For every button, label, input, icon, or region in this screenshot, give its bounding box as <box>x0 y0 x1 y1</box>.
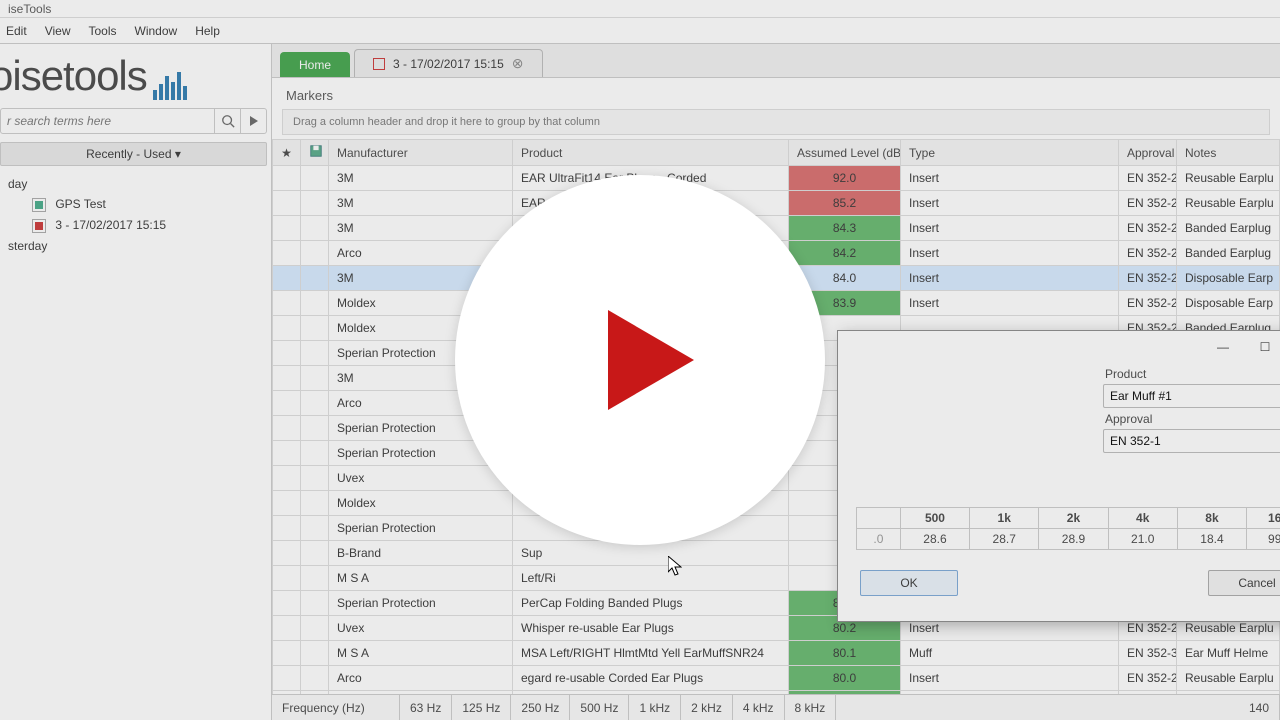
table-row[interactable]: 3MEAR Ultrafit20 Ear Plugs - Corded85.2I… <box>273 191 1280 216</box>
dialog-product-label: Product <box>1103 367 1280 381</box>
table-row[interactable]: 3MEAR UltraFit14 Ear Plugs - Corded92.0I… <box>273 166 1280 191</box>
menubar: Edit View Tools Window Help <box>0 18 1280 44</box>
menu-window[interactable]: Window <box>135 24 178 38</box>
menu-view[interactable]: View <box>45 24 71 38</box>
col-type[interactable]: Type <box>901 140 1119 166</box>
logo-text: oisetools <box>0 52 147 100</box>
recent-dropdown[interactable]: Recently - Used ▾ <box>0 142 267 166</box>
search-input[interactable] <box>1 109 214 133</box>
dialog-freq-table: 5001k2k4k8k16k .028.628.728.921.018.4999 <box>856 507 1280 550</box>
freq-header: 2k <box>1039 508 1108 529</box>
ok-button[interactable]: OK <box>860 570 958 596</box>
tree-item-label: 3 - 17/02/2017 15:15 <box>55 218 166 232</box>
table-row[interactable]: M S AMSA Left/RIGHT HlmtMtd Yell EarMuff… <box>273 641 1280 666</box>
file-icon <box>32 198 46 212</box>
close-icon[interactable]: ⊗ <box>512 55 524 72</box>
tab-document[interactable]: 3 - 17/02/2017 15:15 ⊗ <box>354 49 543 77</box>
titlebar: iseTools <box>0 0 1280 18</box>
play-icon <box>608 310 694 410</box>
col-level[interactable]: Assumed Level (dB) <box>789 140 901 166</box>
tab-label: 3 - 17/02/2017 15:15 <box>393 57 504 71</box>
table-row[interactable]: Arcoegard re-usable Corded Ear Plugs80.0… <box>273 666 1280 691</box>
group-hint[interactable]: Drag a column header and drop it here to… <box>282 109 1270 135</box>
status-value: 140 <box>1200 695 1280 720</box>
status-band: 63 Hz <box>400 695 452 720</box>
tree-group-yesterday[interactable]: sterday <box>4 236 271 256</box>
freq-header: 16k <box>1247 508 1280 529</box>
status-bar: Frequency (Hz) 63 Hz125 Hz250 Hz500 Hz1 … <box>272 694 1280 720</box>
save-column-header[interactable] <box>301 140 329 166</box>
freq-header: 1k <box>970 508 1039 529</box>
tab-home[interactable]: Home <box>280 52 350 77</box>
status-band: 2 kHz <box>681 695 733 720</box>
status-freq-label: Frequency (Hz) <box>272 695 400 720</box>
freq-header: 500 <box>900 508 969 529</box>
tree: day GPS Test 3 - 17/02/2017 15:15 sterda… <box>0 170 271 260</box>
menu-edit[interactable]: Edit <box>6 24 27 38</box>
dialog-add-product: — ☐ ✕ x Product x Approval <box>837 330 1280 622</box>
freq-value[interactable]: 999 <box>1247 529 1280 550</box>
star-column-header[interactable]: ★ <box>273 140 301 166</box>
status-band: 125 Hz <box>452 695 511 720</box>
logo: oisetools <box>0 44 271 104</box>
col-manufacturer[interactable]: Manufacturer <box>329 140 513 166</box>
tabs-row: Home 3 - 17/02/2017 15:15 ⊗ <box>272 44 1280 78</box>
status-band: 250 Hz <box>511 695 570 720</box>
status-band: 500 Hz <box>570 695 629 720</box>
status-band: 8 kHz <box>785 695 837 720</box>
chevron-down-icon: ▾ <box>175 147 181 161</box>
status-band: 4 kHz <box>733 695 785 720</box>
cancel-button[interactable]: Cancel <box>1208 570 1280 596</box>
search-icon[interactable] <box>214 109 240 133</box>
minimize-icon[interactable]: — <box>1202 333 1244 361</box>
sidebar: oisetools Recently - Used ▾ day GPS Test <box>0 44 272 720</box>
col-notes[interactable]: Notes <box>1177 140 1280 166</box>
logo-bars-icon <box>153 68 187 100</box>
dialog-product-input[interactable] <box>1103 384 1280 408</box>
maximize-icon[interactable]: ☐ <box>1244 333 1280 361</box>
freq-value[interactable]: 18.4 <box>1177 529 1246 550</box>
menu-help[interactable]: Help <box>195 24 220 38</box>
freq-value[interactable]: 28.6 <box>900 529 969 550</box>
dialog-approval-label: Approval <box>1103 412 1280 426</box>
dialog-titlebar[interactable]: — ☐ ✕ <box>838 331 1280 363</box>
dialog-approval-input[interactable] <box>1103 429 1280 453</box>
col-product[interactable]: Product <box>513 140 789 166</box>
file-icon <box>32 219 46 233</box>
grid-header-row: ★ Manufacturer Product Assumed Level (dB… <box>273 140 1280 166</box>
freq-header: 8k <box>1177 508 1246 529</box>
status-band: 1 kHz <box>629 695 681 720</box>
section-label: Markers <box>272 78 1280 109</box>
recent-label: Recently - Used <box>86 147 171 161</box>
tree-item-label: GPS Test <box>55 197 105 211</box>
col-approval[interactable]: Approval <box>1119 140 1177 166</box>
play-icon[interactable] <box>240 109 266 133</box>
video-play-button[interactable] <box>455 175 825 545</box>
cursor-icon <box>668 556 682 576</box>
freq-value[interactable]: 28.7 <box>970 529 1039 550</box>
tree-item-gps[interactable]: GPS Test <box>4 194 271 215</box>
freq-value[interactable]: 21.0 <box>1108 529 1177 550</box>
tree-group-today[interactable]: day <box>4 174 271 194</box>
search-box[interactable] <box>0 108 267 134</box>
doc-icon <box>373 58 385 70</box>
freq-value[interactable]: 28.9 <box>1039 529 1108 550</box>
menu-tools[interactable]: Tools <box>88 24 116 38</box>
freq-header: 4k <box>1108 508 1177 529</box>
tree-item-doc[interactable]: 3 - 17/02/2017 15:15 <box>4 215 271 236</box>
